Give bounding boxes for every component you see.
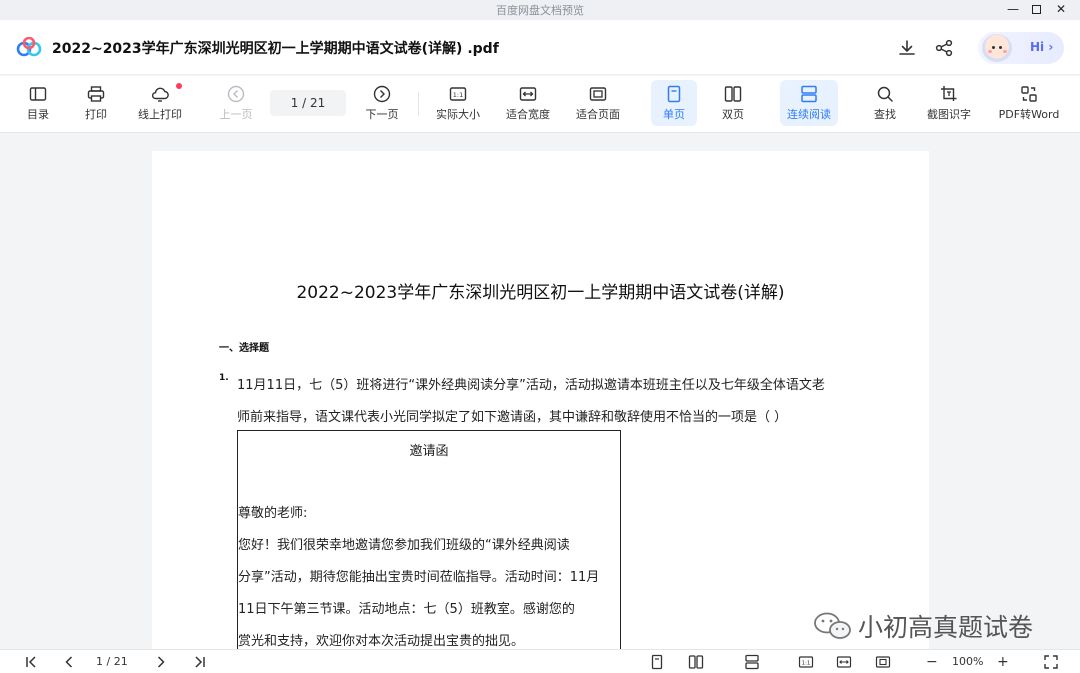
toc-label: 目录: [27, 108, 49, 121]
search-icon: [877, 86, 893, 102]
section-heading: 一、选择题: [219, 343, 269, 354]
invitation-line: 11日下午第三节课。活动地点：七（5）班教室。感谢您的: [238, 602, 575, 617]
prev-page-icon[interactable]: [62, 654, 76, 670]
prev-page-button[interactable]: 上一页: [214, 80, 258, 126]
convert-icon: [1021, 86, 1037, 102]
chevron-right-circle-icon: [373, 85, 391, 103]
ocr-label: 截图识字: [927, 108, 971, 121]
wechat-icon: [814, 612, 851, 639]
status-bar: 1 / 21 1:1 − 100% +: [0, 649, 1080, 673]
invitation-box: 邀请函 尊敬的老师: 您好！我们很荣幸地邀请您参加我们班级的“课外经典阅读 分享…: [237, 430, 621, 649]
viewer-toolbar: 目录 打印 线上打印 上一页 1 / 21 下一页 1:1 实际大小 适合宽度 …: [0, 76, 1080, 133]
invitation-line: 您好！我们很荣幸地邀请您参加我们班级的“课外经典阅读: [238, 538, 570, 553]
cloud-print-icon: [151, 87, 169, 102]
question-text-line: 11月11日，七（5）班将进行“课外经典阅读分享”活动，活动拟邀请本班班主任以及…: [237, 378, 825, 393]
maximize-icon: [1031, 5, 1041, 14]
fullscreen-icon[interactable]: [1043, 654, 1059, 670]
toolbar-divider: [418, 92, 419, 116]
zoom-level[interactable]: 100%: [952, 654, 983, 670]
find-label: 查找: [874, 108, 896, 121]
zoom-out-button[interactable]: −: [926, 654, 938, 670]
pdf-page: 2022~2023学年广东深圳光明区初一上学期期中语文试卷(详解) 一、选择题 …: [152, 151, 929, 649]
document-title: 2022~2023学年广东深圳光明区初一上学期期中语文试卷(详解): [296, 283, 785, 303]
next-page-button[interactable]: 下一页: [360, 80, 404, 126]
fit-page-icon: [589, 87, 607, 101]
window-titlebar: 百度网盘文档预览 — ✕: [0, 0, 1080, 20]
fit-width-icon[interactable]: [836, 654, 852, 670]
continuous-read-label: 连续阅读: [787, 108, 831, 121]
baidu-netdisk-logo-icon: [16, 37, 42, 57]
double-page-label: 双页: [722, 108, 744, 121]
invitation-line: 分享”活动，期待您能抽出宝贵时间莅临指导。活动时间：11月: [238, 570, 600, 585]
print-label: 打印: [85, 108, 107, 121]
fit-width-icon: [519, 87, 537, 101]
print-button[interactable]: 打印: [76, 80, 116, 126]
assistant-hi-label: Hi ›: [1030, 40, 1054, 54]
online-print-button[interactable]: 线上打印: [134, 80, 186, 126]
question-text-line: 师前来指导，语文课代表小光同学拟定了如下邀请函，其中谦辞和敬辞使用不恰当的一项是…: [237, 410, 788, 425]
file-name: 2022~2023学年广东深圳光明区初一上学期期中语文试卷(详解) .pdf: [52, 41, 499, 57]
fit-page-label: 适合页面: [576, 108, 620, 121]
pdf-to-word-button[interactable]: PDF转Word: [994, 80, 1064, 126]
screenshot-ocr-icon: [941, 86, 957, 101]
next-page-icon[interactable]: [154, 654, 168, 670]
last-page-icon[interactable]: [193, 654, 207, 670]
continuous-scroll-icon: [801, 85, 817, 103]
share-icon[interactable]: [934, 38, 954, 58]
double-page-icon: [724, 86, 742, 102]
page-number-input[interactable]: 1 / 21: [270, 90, 346, 116]
toc-icon: [29, 87, 47, 101]
chevron-left-circle-icon: [227, 85, 245, 103]
pdf-to-word-label: PDF转Word: [998, 108, 1060, 121]
online-print-label: 线上打印: [138, 108, 182, 121]
actual-size-label: 实际大小: [436, 108, 480, 121]
single-page-label: 单页: [663, 108, 685, 121]
prev-page-label: 上一页: [219, 108, 253, 121]
download-icon[interactable]: [897, 38, 917, 58]
single-page-icon: [667, 85, 681, 103]
continuous-read-button[interactable]: 连续阅读: [780, 80, 838, 126]
fit-page-button[interactable]: 适合页面: [572, 80, 624, 126]
invitation-line: 赏光和支持，欢迎你对本次活动提出宝贵的拙见。: [238, 634, 525, 649]
assistant-hi-button[interactable]: Hi ›: [978, 32, 1064, 64]
invitation-greeting: 尊敬的老师:: [238, 506, 308, 521]
question-number: 1.: [219, 373, 229, 383]
notification-dot: [176, 83, 182, 89]
close-button[interactable]: ✕: [1050, 1, 1072, 18]
printer-icon: [87, 86, 105, 102]
svg-text:1:1: 1:1: [802, 661, 811, 667]
toc-button[interactable]: 目录: [18, 80, 58, 126]
window-title: 百度网盘文档预览: [496, 4, 584, 17]
fit-width-button[interactable]: 适合宽度: [502, 80, 554, 126]
assistant-avatar-icon: [982, 34, 1012, 62]
double-page-button[interactable]: 双页: [710, 80, 756, 126]
maximize-button[interactable]: [1025, 1, 1047, 18]
status-page-indicator[interactable]: 1 / 21: [96, 654, 128, 670]
double-page-icon[interactable]: [688, 654, 704, 670]
next-page-label: 下一页: [365, 108, 399, 121]
zoom-in-button[interactable]: +: [997, 654, 1009, 670]
actual-size-button[interactable]: 1:1 实际大小: [432, 80, 484, 126]
document-viewport[interactable]: 2022~2023学年广东深圳光明区初一上学期期中语文试卷(详解) 一、选择题 …: [0, 134, 1080, 649]
single-page-icon[interactable]: [650, 654, 664, 670]
actual-size-icon[interactable]: 1:1: [798, 654, 814, 670]
fit-page-icon[interactable]: [875, 654, 891, 670]
svg-text:1:1: 1:1: [453, 91, 463, 99]
file-header: 2022~2023学年广东深圳光明区初一上学期期中语文试卷(详解) .pdf H…: [0, 20, 1080, 75]
minimize-button[interactable]: —: [1002, 1, 1024, 18]
fit-width-label: 适合宽度: [506, 108, 550, 121]
continuous-scroll-icon[interactable]: [744, 654, 760, 670]
actual-size-icon: 1:1: [449, 87, 467, 101]
ocr-button[interactable]: 截图识字: [922, 80, 976, 126]
watermark-text: 小初高真题试卷: [858, 613, 1034, 642]
first-page-icon[interactable]: [24, 654, 38, 670]
find-button[interactable]: 查找: [862, 80, 908, 126]
single-page-button[interactable]: 单页: [651, 80, 697, 126]
invitation-title: 邀请函: [409, 444, 449, 459]
